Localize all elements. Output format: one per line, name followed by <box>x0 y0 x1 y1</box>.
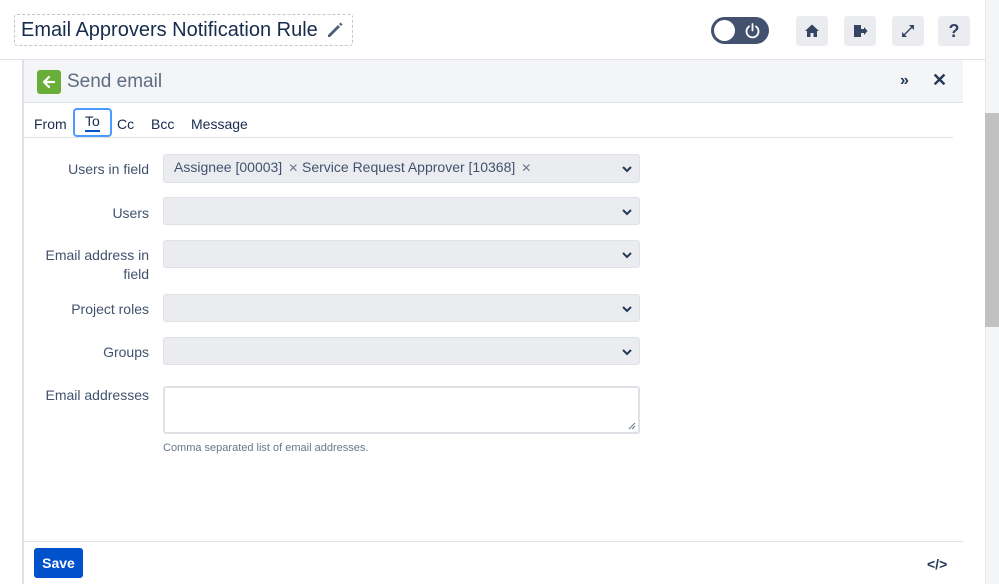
chevron-down-icon <box>622 349 632 356</box>
scrollbar-thumb[interactable] <box>985 113 999 327</box>
users-select[interactable] <box>163 197 640 225</box>
tab-bcc[interactable]: Bcc <box>151 116 174 132</box>
chip-label: Service Request Approver [10368] <box>302 159 516 175</box>
chevron-down-icon <box>622 209 632 216</box>
export-button[interactable] <box>844 16 876 46</box>
resize-handle-icon[interactable] <box>628 422 636 430</box>
home-icon <box>805 24 819 37</box>
chip-assignee: Assignee [00003] ✕ <box>174 159 298 175</box>
footer-divider <box>24 541 963 542</box>
toggle-knob <box>714 20 735 41</box>
top-header: Email Approvers Notification Rule ? <box>0 0 985 60</box>
help-icon: ? <box>948 20 960 41</box>
close-icon[interactable]: ✕ <box>932 70 947 91</box>
groups-select[interactable] <box>163 337 640 365</box>
email-addresses-hint: Comma separated list of email addresses. <box>163 442 369 454</box>
email-address-in-field-label: Email address in field <box>46 246 150 284</box>
save-button[interactable]: Save <box>34 548 83 578</box>
panel-title: Send email <box>67 71 163 92</box>
help-button[interactable]: ? <box>938 16 970 46</box>
email-address-in-field-select[interactable] <box>163 240 640 268</box>
code-view-icon[interactable]: </> <box>927 556 947 572</box>
panel-left-border <box>22 60 24 584</box>
tab-cc[interactable]: Cc <box>117 116 134 132</box>
export-icon <box>854 25 868 37</box>
email-addresses-label: Email addresses <box>45 387 150 403</box>
remove-chip-icon[interactable]: ✕ <box>288 161 298 175</box>
tab-message[interactable]: Message <box>191 116 248 132</box>
chevron-down-icon <box>622 252 632 259</box>
collapse-panel-icon[interactable]: » <box>900 72 909 90</box>
chip-service-request-approver: Service Request Approver [10368] ✕ <box>302 159 531 175</box>
fullscreen-button[interactable] <box>892 16 924 46</box>
tab-to-label: To <box>85 113 100 132</box>
rule-title-text: Email Approvers Notification Rule <box>21 18 318 41</box>
groups-label: Groups <box>103 344 149 360</box>
chevron-down-icon <box>622 166 632 173</box>
panel-header: Send email » ✕ <box>24 60 963 103</box>
project-roles-label: Project roles <box>71 301 149 317</box>
home-button[interactable] <box>796 16 828 46</box>
tab-to[interactable]: To <box>73 108 112 137</box>
users-in-field-label: Users in field <box>68 161 149 177</box>
chip-label: Assignee [00003] <box>174 159 283 175</box>
users-label: Users <box>112 205 149 221</box>
chevron-down-icon <box>622 306 632 313</box>
recipient-tabs: From To Cc Bcc Message <box>24 108 953 138</box>
power-icon <box>745 23 760 39</box>
pencil-icon[interactable] <box>326 21 344 39</box>
expand-icon <box>902 25 914 37</box>
email-addresses-textarea[interactable] <box>163 386 640 434</box>
rule-title[interactable]: Email Approvers Notification Rule <box>14 14 353 46</box>
rule-enabled-toggle[interactable] <box>711 17 769 44</box>
users-in-field-select[interactable]: Assignee [00003] ✕ Service Request Approv… <box>163 154 640 183</box>
back-button[interactable] <box>37 70 61 94</box>
tab-from[interactable]: From <box>34 116 67 132</box>
remove-chip-icon[interactable]: ✕ <box>521 161 531 175</box>
label-line: field <box>123 266 149 282</box>
project-roles-select[interactable] <box>163 294 640 322</box>
label-line: Email address in <box>45 247 150 263</box>
arrow-left-icon <box>42 75 56 89</box>
